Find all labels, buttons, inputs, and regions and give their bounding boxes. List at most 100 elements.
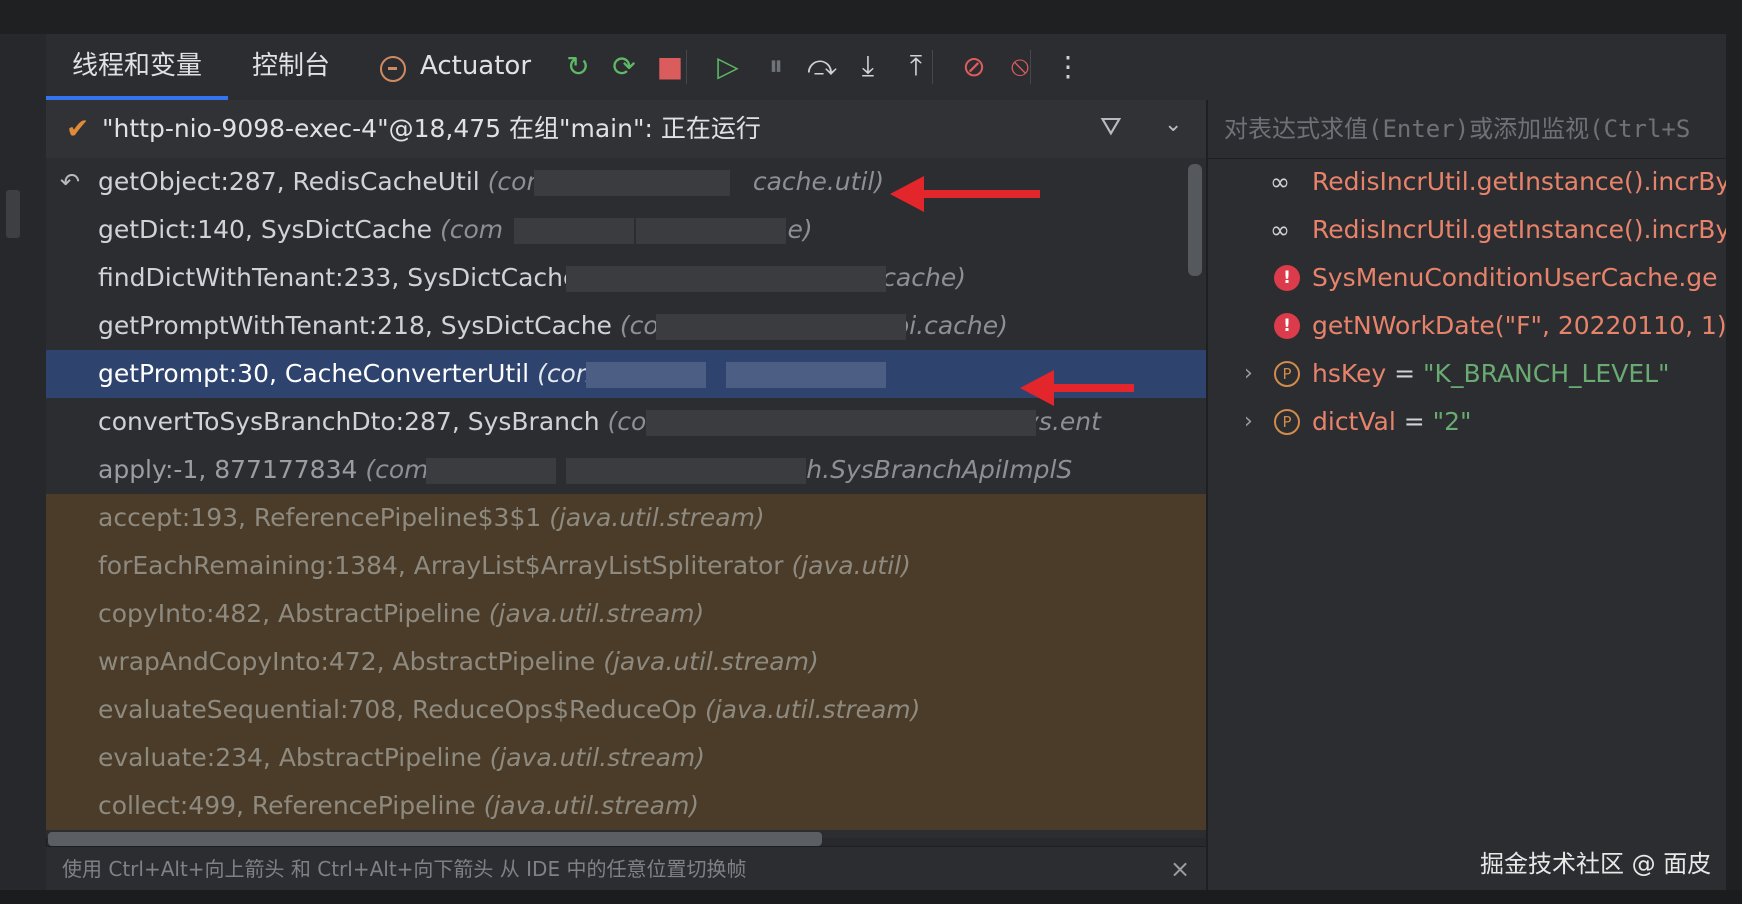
watch-row[interactable]: ! SysMenuConditionUserCache.ge — [1208, 254, 1726, 302]
stack-frame-row[interactable]: accept:193, ReferencePipeline$3$1 (java.… — [46, 494, 1206, 542]
parameter-icon: P — [1274, 361, 1300, 387]
thread-label: "http-nio-9098-exec-4"@18,475 在组"main": … — [102, 114, 761, 143]
redacted-block — [426, 458, 556, 484]
variable-equals: = — [1395, 407, 1433, 436]
frame-package: (com — [365, 455, 429, 484]
frames-vertical-scrollbar[interactable] — [1188, 164, 1202, 276]
toolbar-separator — [1030, 50, 1031, 84]
frame-label: wrapAndCopyInto:472, AbstractPipeline (j… — [98, 638, 819, 686]
mute-breakpoints-icon[interactable]: ⦸ — [1002, 48, 1038, 84]
stack-frame-row[interactable]: findDictWithTenant:233, SysDictCache (ap… — [46, 254, 1206, 302]
debugger-window: 线程和变量 控制台 Actuator ↻ ⟳ ■ ▷ ⏸ ⤼ ⤓ ⤒ ⊘ ⦸ ⋮ ✔ "http-n… — [0, 0, 1742, 904]
redacted-block — [736, 314, 906, 340]
stack-frame-row[interactable]: wrapAndCopyInto:472, AbstractPipeline (j… — [46, 638, 1206, 686]
redacted-block — [646, 410, 786, 436]
toolbar-separator — [686, 50, 687, 84]
step-over-icon[interactable]: ⤼ — [804, 48, 840, 84]
frame-package: (java.util.stream) — [704, 695, 921, 724]
frame-package: (com — [439, 215, 504, 244]
redacted-block — [686, 266, 886, 292]
watch-expression: RedisIncrUtil.getInstance().incrBy — [1312, 167, 1726, 196]
redacted-block — [636, 218, 786, 244]
resume-icon[interactable]: ▷ — [710, 48, 746, 84]
debug-toolbar: 线程和变量 控制台 Actuator ↻ ⟳ ■ ▷ ⏸ ⤼ ⤓ ⤒ ⊘ ⦸ ⋮ — [46, 34, 1726, 101]
rerun-icon[interactable]: ↻ — [560, 48, 596, 84]
window-right-edge — [1726, 0, 1742, 904]
hint-text: 使用 Ctrl+Alt+向上箭头 和 Ctrl+Alt+向下箭头 从 IDE 中… — [62, 857, 747, 881]
pause-icon[interactable]: ⏸ — [758, 48, 794, 84]
stack-frame-row[interactable]: evaluateSequential:708, ReduceOps$Reduce… — [46, 686, 1206, 734]
redacted-block — [566, 266, 706, 292]
return-arrow-icon: ↶ — [60, 168, 81, 196]
frame-package: (java.util.stream) — [483, 791, 700, 820]
tab-actuator[interactable]: Actuator — [420, 34, 531, 100]
evaluate-expression-field[interactable]: 对表达式求值(Enter)或添加监视(Ctrl+S — [1208, 100, 1726, 159]
close-icon[interactable]: × — [1170, 847, 1190, 891]
frame-method: wrapAndCopyInto:472, AbstractPipeline — [98, 647, 604, 676]
variable-value: "K_BRANCH_LEVEL" — [1423, 359, 1670, 388]
frame-method: copyInto:482, AbstractPipeline — [98, 599, 489, 628]
annotation-arrow-1 — [890, 176, 1040, 212]
watch-expression: RedisIncrUtil.getInstance().incrBy — [1312, 215, 1726, 244]
restart-icon[interactable]: ⟳ — [606, 48, 642, 84]
frame-switch-hint: 使用 Ctrl+Alt+向上箭头 和 Ctrl+Alt+向下箭头 从 IDE 中… — [46, 846, 1206, 891]
annotation-arrow-2 — [1020, 370, 1134, 406]
watch-row[interactable]: ! getNWorkDate("F", 20220110, 1) — [1208, 302, 1726, 350]
frame-label: getObject:287, RedisCacheUtil (com cache.… — [98, 158, 884, 206]
frame-label: copyInto:482, AbstractPipeline (java.uti… — [98, 590, 704, 638]
window-bottom-edge — [0, 890, 1742, 904]
frame-label: forEachRemaining:1384, ArrayList$ArrayLi… — [98, 542, 911, 590]
stack-frame-row[interactable]: ↶ getObject:287, RedisCacheUtil (com cache… — [46, 158, 1206, 206]
stop-icon[interactable]: ■ — [652, 48, 688, 84]
variable-row[interactable]: › PdictVal = "2" — [1208, 398, 1726, 446]
step-out-icon[interactable]: ⤒ — [898, 48, 934, 84]
error-icon: ! — [1274, 313, 1300, 339]
step-into-icon[interactable]: ⤓ — [850, 48, 886, 84]
frame-label: collect:499, ReferencePipeline (java.uti… — [98, 782, 699, 830]
filter-icon[interactable]: ⛛ — [1100, 112, 1122, 143]
stack-frame-row[interactable]: apply:-1, 877177834 (com .sys.branch.SysB… — [46, 446, 1206, 494]
redacted-block — [566, 458, 806, 484]
variable-row[interactable]: › PhsKey = "K_BRANCH_LEVEL" — [1208, 350, 1726, 398]
frame-method: evaluate:234, AbstractPipeline — [98, 743, 490, 772]
frame-method: getDict:140, SysDictCache — [98, 215, 440, 244]
stack-frame-row[interactable]: getDict:140, SysDictCache (compi.cache) — [46, 206, 1206, 254]
tool-window-gutter — [0, 34, 47, 904]
parameter-icon: P — [1274, 409, 1300, 435]
chevron-right-icon[interactable]: › — [1244, 398, 1253, 446]
editor-top-strip — [0, 0, 1742, 34]
frames-list: ↶ getObject:287, RedisCacheUtil (com cache… — [46, 158, 1206, 838]
watch-expression: SysMenuConditionUserCache.ge — [1312, 263, 1718, 292]
chevron-right-icon[interactable]: › — [1244, 350, 1253, 398]
redacted-block — [646, 170, 730, 196]
variable-name: dictVal — [1312, 407, 1396, 436]
stack-frame-row[interactable]: forEachRemaining:1384, ArrayList$ArrayLi… — [46, 542, 1206, 590]
redacted-block — [586, 362, 706, 388]
frame-package: (java.util.stream) — [488, 599, 705, 628]
chevron-down-icon[interactable]: ⌄ — [1164, 112, 1182, 137]
frame-method: forEachRemaining:1384, ArrayList$ArrayLi… — [98, 551, 792, 580]
frame-package: (java.util.stream) — [489, 743, 706, 772]
watermark: 掘金技术社区 @ 面皮 — [1480, 850, 1712, 878]
frame-label: evaluateSequential:708, ReduceOps$Reduce… — [98, 686, 920, 734]
redacted-block — [514, 218, 634, 244]
evaluate-placeholder: 对表达式求值(Enter)或添加监视(Ctrl+S — [1224, 115, 1691, 143]
actuator-icon — [380, 56, 406, 82]
gutter-marker — [6, 190, 20, 238]
tab-threads-and-variables[interactable]: 线程和变量 — [72, 34, 202, 100]
watch-row[interactable]: ∞ RedisIncrUtil.getInstance().incrBy — [1208, 206, 1726, 254]
frame-method: findDictWithTenant:233, SysDictCache — [98, 263, 587, 292]
watch-row[interactable]: ∞ RedisIncrUtil.getInstance().incrBy — [1208, 158, 1726, 206]
stack-frame-row[interactable]: copyInto:482, AbstractPipeline (java.uti… — [46, 590, 1206, 638]
tab-console[interactable]: 控制台 — [252, 34, 330, 100]
watch-glasses-icon: ∞ — [1270, 168, 1290, 196]
view-breakpoints-icon[interactable]: ⊘ — [956, 48, 992, 84]
stack-frame-row[interactable]: evaluate:234, AbstractPipeline (java.uti… — [46, 734, 1206, 782]
thread-selector[interactable]: ✔ "http-nio-9098-exec-4"@18,475 在组"main"… — [46, 100, 1206, 159]
frames-horizontal-scrollbar[interactable] — [48, 832, 822, 846]
stack-frame-row[interactable]: collect:499, ReferencePipeline (java.uti… — [46, 782, 1206, 830]
more-options-icon[interactable]: ⋮ — [1050, 48, 1086, 84]
stack-frame-row[interactable]: getPromptWithTenant:218, SysDictCache (c… — [46, 302, 1206, 350]
watch-glasses-icon: ∞ — [1270, 216, 1290, 244]
frame-package: (java.util) — [791, 551, 911, 580]
